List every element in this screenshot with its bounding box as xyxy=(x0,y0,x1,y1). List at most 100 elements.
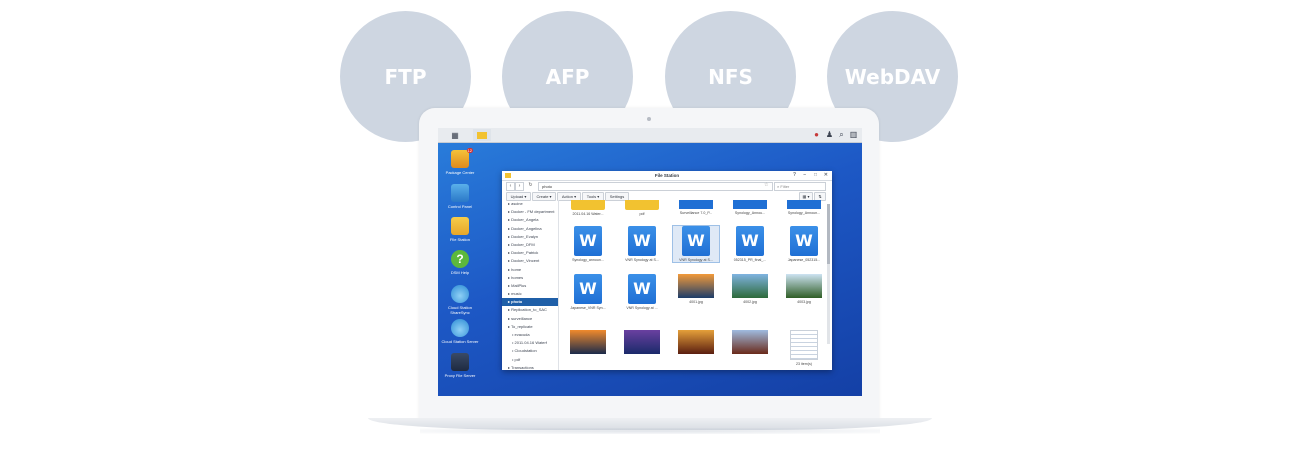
update-badge: 12 xyxy=(466,148,473,153)
file-item[interactable]: W Japanese_052315... xyxy=(781,226,827,262)
file-item-label: 4002.jpg xyxy=(743,300,757,304)
photo-thumbnail xyxy=(570,330,606,354)
file-item[interactable]: Synology_Announ... xyxy=(781,200,827,215)
item-count: 23 item(s) xyxy=(796,362,812,366)
camera-dot xyxy=(647,117,651,121)
word-document-icon xyxy=(787,200,821,209)
user-icon[interactable]: ♟ xyxy=(825,130,834,139)
tree-item[interactable]: ▸ ascine xyxy=(502,200,558,208)
desktop-icon-cloud-sharesync[interactable]: Cloud Station ShareSync xyxy=(440,285,480,315)
file-item-label: 2011.04.16 Water... xyxy=(572,212,604,216)
desktop-icon-package-center[interactable]: 12 Package Center xyxy=(440,148,480,175)
tree-item[interactable]: ▸ Replication_to_SAC xyxy=(502,306,558,314)
file-item[interactable]: Synology_Annou... xyxy=(727,200,773,215)
tree-item-label: Docker_Vincent xyxy=(511,258,540,264)
main-menu-button[interactable]: ▦ xyxy=(446,129,464,141)
tree-item[interactable]: ▸ Transactions xyxy=(502,364,558,370)
file-station-task-button[interactable] xyxy=(473,129,491,141)
file-item[interactable] xyxy=(565,330,611,354)
tree-item[interactable]: ▸ home xyxy=(502,266,558,274)
tree-item[interactable]: ▸ Docker_Angelina xyxy=(502,225,558,233)
file-item[interactable]: W VNR Synology at S... xyxy=(619,226,665,262)
word-document-icon: W xyxy=(790,226,818,256)
window-title: File Station xyxy=(654,173,680,178)
file-item[interactable] xyxy=(727,330,773,354)
folder-icon xyxy=(625,200,659,210)
filter-input[interactable]: ⌕ Filter xyxy=(774,182,826,191)
word-document-icon: W xyxy=(682,226,710,256)
file-item[interactable]: W Synology_announ... xyxy=(565,226,611,262)
file-item-label: Japanese_VNR Syn... xyxy=(570,306,606,310)
file-item[interactable]: 4003.jpg xyxy=(781,274,827,304)
word-document-icon: W xyxy=(574,274,602,304)
tree-item-label: Docker_DFM xyxy=(511,241,535,247)
word-document-icon: W xyxy=(736,226,764,256)
file-item[interactable] xyxy=(673,330,719,354)
content-scrollbar[interactable] xyxy=(827,204,830,344)
tree-item[interactable]: ▸ homes xyxy=(502,274,558,282)
file-item[interactable]: W VNR Synology at ... xyxy=(619,274,665,310)
desktop-icon-cloud-server[interactable]: Cloud Station Server xyxy=(440,319,480,344)
file-item[interactable]: 4001.jpg xyxy=(673,274,719,304)
path-input[interactable]: photo xyxy=(538,182,773,191)
file-item[interactable]: W 052315_PR_final_... xyxy=(727,226,773,262)
file-item[interactable]: pdf xyxy=(619,200,665,216)
file-item-label: 4003.jpg xyxy=(797,300,811,304)
scrollbar-thumb[interactable] xyxy=(827,204,830,264)
path-star-icon[interactable]: ☆ xyxy=(764,182,768,188)
desktop-icon-proxy-file-server[interactable]: Proxy File Server xyxy=(440,353,480,378)
desktop-icon-label: Cloud Station Server xyxy=(441,339,479,344)
cloud-server-icon xyxy=(451,319,469,337)
notification-icon[interactable]: ● xyxy=(812,130,821,139)
tree-item-label: photo xyxy=(511,299,523,305)
tree-item-label: • 2011.04.16 Waterf xyxy=(512,340,547,346)
close-button[interactable]: ✕ xyxy=(824,171,828,180)
widgets-icon[interactable]: ▥ xyxy=(849,130,858,139)
window-title-bar[interactable]: File Station ? – □ ✕ xyxy=(502,171,832,181)
tree-item[interactable]: • 2011.04.16 Waterf xyxy=(502,339,558,347)
tree-item[interactable]: ▸ music xyxy=(502,290,558,298)
tree-item[interactable]: ▸ surveillance xyxy=(502,315,558,323)
word-document-icon: W xyxy=(628,226,656,256)
tree-item[interactable]: • pdf xyxy=(502,356,558,364)
help-button[interactable]: ? xyxy=(793,171,796,180)
photo-thumbnail xyxy=(678,274,714,298)
file-item-label: Synology_Announ... xyxy=(787,211,821,215)
tree-item[interactable]: ▸ Docker_Angela xyxy=(502,216,558,224)
refresh-button[interactable]: ↻ xyxy=(527,182,534,189)
desktop-icon-label: Package Center xyxy=(445,170,475,175)
proxy-server-icon xyxy=(451,353,469,371)
tree-item[interactable]: ▸ Docker_Patrick xyxy=(502,249,558,257)
desktop-icon-file-station[interactable]: File Station xyxy=(440,217,480,242)
tree-item[interactable]: ▸ Docker_DFM xyxy=(502,241,558,249)
minimize-button[interactable]: – xyxy=(803,171,806,180)
desktop-icon-control-panel[interactable]: Control Panel xyxy=(440,184,480,209)
file-item[interactable]: 4002.jpg xyxy=(727,274,773,304)
tree-item[interactable]: ▸ Docker_Evalyn xyxy=(502,233,558,241)
search-icon[interactable]: ⌕ xyxy=(837,130,846,139)
file-item[interactable]: 23 item(s) xyxy=(781,330,827,366)
tree-item[interactable]: ▸ To_replicate xyxy=(502,323,558,331)
desktop-icon-label: File Station xyxy=(449,237,470,242)
maximize-button[interactable]: □ xyxy=(814,171,817,180)
file-item[interactable]: Surveillance 7.0_P... xyxy=(673,200,719,215)
tree-item[interactable]: • evacuda xyxy=(502,331,558,339)
tree-item[interactable]: ▸ Docker - FM department xyxy=(502,208,558,216)
tree-item-label: ascine xyxy=(511,201,523,206)
dsm-desktop: ▦ ● ♟ ⌕ ▥ 12 Package Center Control Pane… xyxy=(438,128,862,396)
tree-item[interactable]: ▸ Docker_Vincent xyxy=(502,257,558,265)
tree-item[interactable]: ▸ photo xyxy=(502,298,558,307)
file-item[interactable]: W VNR Synology at S... xyxy=(672,225,720,263)
back-button[interactable]: ‹ xyxy=(506,182,515,191)
text-document-icon xyxy=(790,330,818,360)
control-panel-icon xyxy=(451,184,469,202)
package-center-icon: 12 xyxy=(451,148,473,168)
forward-button[interactable]: › xyxy=(515,182,524,191)
file-item[interactable]: W Japanese_VNR Syn... xyxy=(565,274,611,310)
file-item[interactable]: 2011.04.16 Water... xyxy=(565,200,611,216)
file-item[interactable] xyxy=(619,330,665,354)
tree-item[interactable]: • Cloudstation xyxy=(502,347,558,355)
desktop-icon-dsm-help[interactable]: ? DSM Help xyxy=(440,250,480,275)
tree-item[interactable]: ▸ MailPlus xyxy=(502,282,558,290)
photo-thumbnail xyxy=(786,274,822,298)
